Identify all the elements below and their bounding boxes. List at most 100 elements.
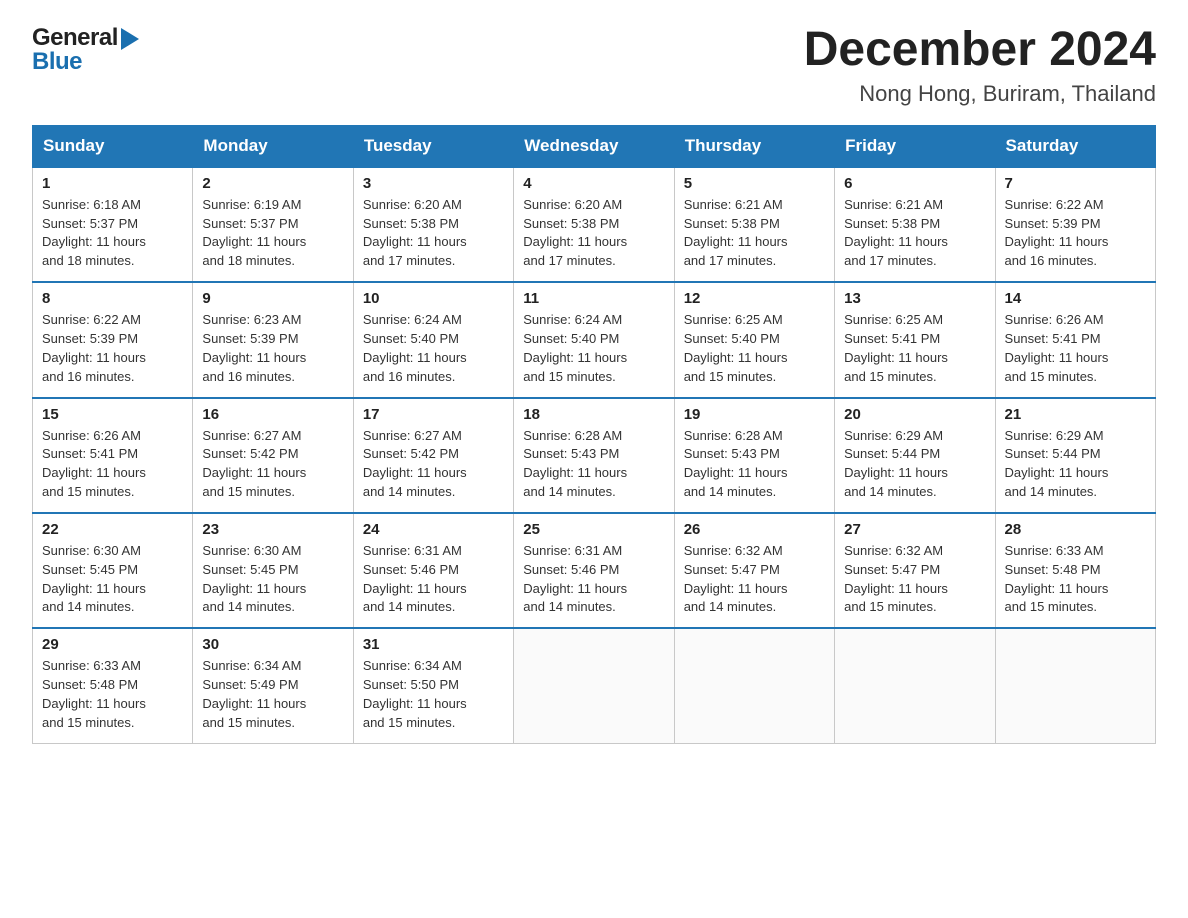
table-row bbox=[674, 628, 834, 743]
header-saturday: Saturday bbox=[995, 125, 1155, 167]
table-row bbox=[995, 628, 1155, 743]
table-row: 14Sunrise: 6:26 AM Sunset: 5:41 PM Dayli… bbox=[995, 282, 1155, 397]
table-row: 29Sunrise: 6:33 AM Sunset: 5:48 PM Dayli… bbox=[33, 628, 193, 743]
day-info: Sunrise: 6:27 AM Sunset: 5:42 PM Dayligh… bbox=[202, 427, 343, 502]
day-number: 24 bbox=[363, 521, 504, 538]
table-row: 16 Sunrise: 6:27 AM Sunset: 5:42 PM Dayli… bbox=[193, 398, 353, 513]
day-info: Sunrise: 6:22 AM Sunset: 5:39 PM Dayligh… bbox=[42, 311, 183, 386]
day-info: Sunrise: 6:20 AM Sunset: 5:38 PM Dayligh… bbox=[523, 196, 664, 271]
table-row: 11 Sunrise: 6:24 AM Sunset: 5:40 PM Dayli… bbox=[514, 282, 674, 397]
day-info: Sunrise: 6:24 AM Sunset: 5:40 PM Dayligh… bbox=[363, 311, 504, 386]
table-row: 31Sunrise: 6:34 AM Sunset: 5:50 PM Dayli… bbox=[353, 628, 513, 743]
month-title: December 2024 bbox=[804, 24, 1156, 77]
day-info: Sunrise: 6:30 AM Sunset: 5:45 PM Dayligh… bbox=[202, 542, 343, 617]
day-info: Sunrise: 6:34 AM Sunset: 5:50 PM Dayligh… bbox=[363, 657, 504, 732]
day-number: 2 bbox=[202, 175, 343, 192]
day-info: Sunrise: 6:32 AM Sunset: 5:47 PM Dayligh… bbox=[844, 542, 985, 617]
header-friday: Friday bbox=[835, 125, 995, 167]
day-number: 15 bbox=[42, 406, 183, 423]
day-number: 16 bbox=[202, 406, 343, 423]
day-info: Sunrise: 6:26 AM Sunset: 5:41 PM Dayligh… bbox=[42, 427, 183, 502]
day-info: Sunrise: 6:33 AM Sunset: 5:48 PM Dayligh… bbox=[42, 657, 183, 732]
header-tuesday: Tuesday bbox=[353, 125, 513, 167]
table-row: 6 Sunrise: 6:21 AM Sunset: 5:38 PM Daylig… bbox=[835, 167, 995, 282]
day-info: Sunrise: 6:20 AM Sunset: 5:38 PM Dayligh… bbox=[363, 196, 504, 271]
day-info: Sunrise: 6:28 AM Sunset: 5:43 PM Dayligh… bbox=[523, 427, 664, 502]
day-number: 8 bbox=[42, 290, 183, 307]
day-number: 21 bbox=[1005, 406, 1146, 423]
calendar-week-row: 1 Sunrise: 6:18 AM Sunset: 5:37 PM Daylig… bbox=[33, 167, 1156, 282]
day-number: 6 bbox=[844, 175, 985, 192]
header-sunday: Sunday bbox=[33, 125, 193, 167]
table-row: 28Sunrise: 6:33 AM Sunset: 5:48 PM Dayli… bbox=[995, 513, 1155, 628]
day-number: 5 bbox=[684, 175, 825, 192]
day-info: Sunrise: 6:21 AM Sunset: 5:38 PM Dayligh… bbox=[844, 196, 985, 271]
table-row: 27Sunrise: 6:32 AM Sunset: 5:47 PM Dayli… bbox=[835, 513, 995, 628]
logo-blue: Blue bbox=[32, 48, 82, 76]
day-number: 13 bbox=[844, 290, 985, 307]
header-thursday: Thursday bbox=[674, 125, 834, 167]
day-number: 20 bbox=[844, 406, 985, 423]
day-info: Sunrise: 6:29 AM Sunset: 5:44 PM Dayligh… bbox=[844, 427, 985, 502]
day-number: 22 bbox=[42, 521, 183, 538]
day-info: Sunrise: 6:18 AM Sunset: 5:37 PM Dayligh… bbox=[42, 196, 183, 271]
table-row: 10 Sunrise: 6:24 AM Sunset: 5:40 PM Dayli… bbox=[353, 282, 513, 397]
day-info: Sunrise: 6:19 AM Sunset: 5:37 PM Dayligh… bbox=[202, 196, 343, 271]
day-number: 11 bbox=[523, 290, 664, 307]
table-row: 13Sunrise: 6:25 AM Sunset: 5:41 PM Dayli… bbox=[835, 282, 995, 397]
table-row: 7Sunrise: 6:22 AM Sunset: 5:39 PM Daylig… bbox=[995, 167, 1155, 282]
day-info: Sunrise: 6:25 AM Sunset: 5:40 PM Dayligh… bbox=[684, 311, 825, 386]
day-info: Sunrise: 6:23 AM Sunset: 5:39 PM Dayligh… bbox=[202, 311, 343, 386]
table-row: 8 Sunrise: 6:22 AM Sunset: 5:39 PM Daylig… bbox=[33, 282, 193, 397]
table-row: 2 Sunrise: 6:19 AM Sunset: 5:37 PM Daylig… bbox=[193, 167, 353, 282]
day-info: Sunrise: 6:28 AM Sunset: 5:43 PM Dayligh… bbox=[684, 427, 825, 502]
table-row: 3 Sunrise: 6:20 AM Sunset: 5:38 PM Daylig… bbox=[353, 167, 513, 282]
calendar-week-row: 8 Sunrise: 6:22 AM Sunset: 5:39 PM Daylig… bbox=[33, 282, 1156, 397]
day-number: 7 bbox=[1005, 175, 1146, 192]
table-row: 9 Sunrise: 6:23 AM Sunset: 5:39 PM Daylig… bbox=[193, 282, 353, 397]
day-number: 9 bbox=[202, 290, 343, 307]
table-row: 17Sunrise: 6:27 AM Sunset: 5:42 PM Dayli… bbox=[353, 398, 513, 513]
logo-arrow-icon bbox=[121, 28, 139, 50]
table-row: 21 Sunrise: 6:29 AM Sunset: 5:44 PM Dayli… bbox=[995, 398, 1155, 513]
day-number: 4 bbox=[523, 175, 664, 192]
logo: General Blue bbox=[32, 24, 139, 76]
table-row: 12Sunrise: 6:25 AM Sunset: 5:40 PM Dayli… bbox=[674, 282, 834, 397]
location-title: Nong Hong, Buriram, Thailand bbox=[804, 81, 1156, 107]
table-row: 18 Sunrise: 6:28 AM Sunset: 5:43 PM Dayli… bbox=[514, 398, 674, 513]
day-info: Sunrise: 6:32 AM Sunset: 5:47 PM Dayligh… bbox=[684, 542, 825, 617]
header-monday: Monday bbox=[193, 125, 353, 167]
table-row bbox=[835, 628, 995, 743]
table-row: 5 Sunrise: 6:21 AM Sunset: 5:38 PM Daylig… bbox=[674, 167, 834, 282]
title-block: December 2024 Nong Hong, Buriram, Thaila… bbox=[804, 24, 1156, 107]
day-number: 1 bbox=[42, 175, 183, 192]
day-number: 19 bbox=[684, 406, 825, 423]
day-info: Sunrise: 6:29 AM Sunset: 5:44 PM Dayligh… bbox=[1005, 427, 1146, 502]
table-row: 4 Sunrise: 6:20 AM Sunset: 5:38 PM Daylig… bbox=[514, 167, 674, 282]
day-info: Sunrise: 6:31 AM Sunset: 5:46 PM Dayligh… bbox=[523, 542, 664, 617]
day-number: 23 bbox=[202, 521, 343, 538]
calendar-week-row: 29Sunrise: 6:33 AM Sunset: 5:48 PM Dayli… bbox=[33, 628, 1156, 743]
table-row: 25 Sunrise: 6:31 AM Sunset: 5:46 PM Dayli… bbox=[514, 513, 674, 628]
weekday-header-row: Sunday Monday Tuesday Wednesday Thursday… bbox=[33, 125, 1156, 167]
table-row: 23 Sunrise: 6:30 AM Sunset: 5:45 PM Dayli… bbox=[193, 513, 353, 628]
day-number: 30 bbox=[202, 636, 343, 653]
table-row: 22 Sunrise: 6:30 AM Sunset: 5:45 PM Dayli… bbox=[33, 513, 193, 628]
day-info: Sunrise: 6:24 AM Sunset: 5:40 PM Dayligh… bbox=[523, 311, 664, 386]
day-number: 25 bbox=[523, 521, 664, 538]
table-row bbox=[514, 628, 674, 743]
day-number: 10 bbox=[363, 290, 504, 307]
page-header: General Blue December 2024 Nong Hong, Bu… bbox=[32, 24, 1156, 107]
calendar-week-row: 22 Sunrise: 6:30 AM Sunset: 5:45 PM Dayli… bbox=[33, 513, 1156, 628]
table-row: 24 Sunrise: 6:31 AM Sunset: 5:46 PM Dayli… bbox=[353, 513, 513, 628]
table-row: 15 Sunrise: 6:26 AM Sunset: 5:41 PM Dayli… bbox=[33, 398, 193, 513]
day-info: Sunrise: 6:26 AM Sunset: 5:41 PM Dayligh… bbox=[1005, 311, 1146, 386]
day-info: Sunrise: 6:31 AM Sunset: 5:46 PM Dayligh… bbox=[363, 542, 504, 617]
table-row: 19 Sunrise: 6:28 AM Sunset: 5:43 PM Dayli… bbox=[674, 398, 834, 513]
day-number: 3 bbox=[363, 175, 504, 192]
day-info: Sunrise: 6:30 AM Sunset: 5:45 PM Dayligh… bbox=[42, 542, 183, 617]
day-info: Sunrise: 6:33 AM Sunset: 5:48 PM Dayligh… bbox=[1005, 542, 1146, 617]
day-number: 18 bbox=[523, 406, 664, 423]
day-number: 26 bbox=[684, 521, 825, 538]
day-info: Sunrise: 6:21 AM Sunset: 5:38 PM Dayligh… bbox=[684, 196, 825, 271]
